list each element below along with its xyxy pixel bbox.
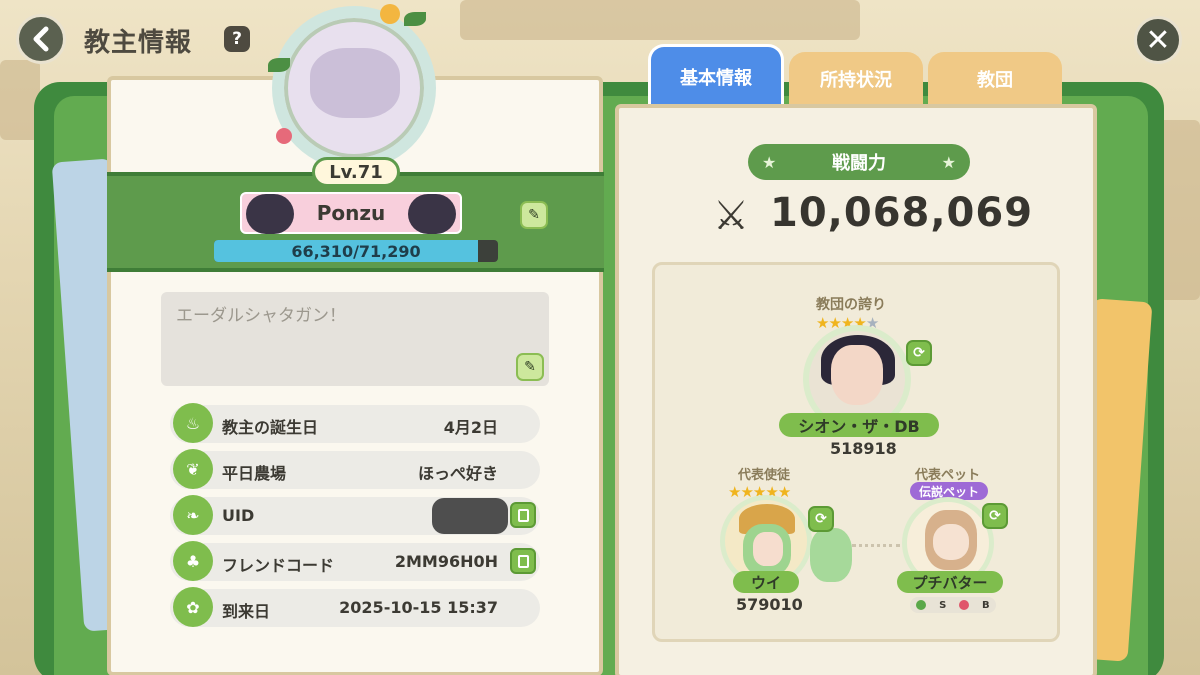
back-button[interactable] — [16, 14, 66, 64]
star-icon: ★ — [941, 152, 956, 172]
power-label: 戦闘力 — [832, 153, 886, 174]
star-icon: ★ — [762, 152, 777, 172]
sprout-icon: ✿ — [173, 587, 213, 627]
leaf-decoration — [268, 58, 290, 72]
info-label: 平日農場 — [222, 464, 287, 483]
crossed-swords-icon: ⚔ — [713, 193, 749, 239]
power-value: 10,068,069 — [770, 190, 1034, 236]
representative-number: 579010 — [736, 595, 803, 614]
pet-tags: S B — [910, 597, 996, 613]
exp-bar: 66,310/71,290 — [214, 240, 498, 262]
tab-basic-info[interactable]: 基本情報 — [648, 44, 784, 106]
swap-representative-button[interactable]: ⟳ — [808, 506, 834, 532]
pet-tag: B — [981, 599, 990, 611]
background-shelf — [460, 0, 860, 40]
avatar-portrait — [310, 48, 400, 118]
tab-holdings[interactable]: 所持状況 — [789, 52, 923, 106]
info-value: 2025-10-15 15:37 — [339, 598, 498, 617]
edit-bio-button[interactable]: ✎ — [516, 353, 544, 381]
pet-name-plate: プチバター — [897, 571, 1003, 593]
edit-name-button[interactable]: ✎ — [520, 201, 548, 229]
name-plate-chibi — [408, 194, 456, 234]
info-value: 2MM96H0H — [394, 552, 498, 571]
level-badge: Lv.71 — [312, 157, 400, 187]
star-filled-icon: ★ — [728, 483, 741, 501]
pride-label: 教団の誇り — [816, 297, 886, 313]
bio-text: エーダルシャタガン！ — [176, 306, 346, 326]
info-label: 教主の誕生日 — [222, 418, 319, 437]
info-row-farm: ❦ 平日農場 ほっぺ好き — [170, 449, 540, 489]
representative-name: ウイ — [750, 573, 781, 592]
red-dot-icon — [959, 600, 970, 610]
copy-friend-code-button[interactable] — [510, 548, 536, 574]
leaf-icon: ❧ — [173, 495, 213, 535]
flower-decoration — [276, 128, 292, 144]
info-label: 到来日 — [222, 602, 271, 621]
help-icon[interactable]: ? — [224, 26, 250, 52]
swap-pride-button[interactable]: ⟳ — [906, 340, 932, 366]
leaf-decoration — [404, 12, 426, 26]
name-plate: Ponzu — [240, 192, 462, 234]
cake-icon: ♨ — [173, 403, 213, 443]
flower-decoration — [380, 4, 400, 24]
power-label-ribbon: ★ 戦闘力 ★ — [748, 144, 970, 180]
uid-redacted — [432, 498, 508, 534]
portrait-face — [933, 524, 969, 560]
pride-name: シオン・ザ・DB — [798, 417, 920, 436]
chevron-left-icon — [33, 26, 49, 52]
portrait-face — [831, 345, 883, 405]
pet-name: プチバター — [912, 573, 988, 592]
representative-name-plate: ウイ — [733, 571, 799, 593]
pride-name-plate: シオン・ザ・DB — [779, 413, 939, 437]
star-filled-icon: ★ — [816, 314, 829, 332]
radish-icon: ❦ — [173, 449, 213, 489]
info-row-friend-code: ♣ フレンドコード 2MM96H0H — [170, 541, 540, 581]
swap-pet-button[interactable]: ⟳ — [982, 503, 1008, 529]
pet-label: 代表ペット — [915, 468, 981, 483]
info-row-arrival-date: ✿ 到来日 2025-10-15 15:37 — [170, 587, 540, 627]
copy-icon — [517, 508, 529, 522]
page-title: 教主情報 — [84, 28, 193, 58]
info-row-uid: ❧ UID — [170, 495, 540, 535]
pencil-icon: ✎ — [528, 207, 540, 223]
representative-label: 代表使徒 — [738, 468, 791, 483]
exp-text: 66,310/71,290 — [291, 241, 421, 261]
info-value: 4月2日 — [443, 418, 498, 437]
pride-number: 518918 — [830, 439, 897, 458]
tab-guild[interactable]: 教団 — [928, 52, 1062, 106]
representative-sprite — [810, 528, 852, 582]
pencil-icon: ✎ — [524, 359, 536, 375]
profile-avatar[interactable] — [268, 4, 436, 170]
copy-icon — [517, 554, 529, 568]
name-plate-chibi — [246, 194, 294, 234]
player-name: Ponzu — [316, 201, 386, 225]
info-label: フレンドコード — [222, 556, 335, 575]
clover-icon: ♣ — [173, 541, 213, 581]
info-row-birthday: ♨ 教主の誕生日 4月2日 — [170, 403, 540, 443]
pet-tag: S — [939, 599, 947, 611]
portrait-face — [753, 532, 783, 566]
info-value: ほっぺ好き — [417, 464, 498, 483]
copy-uid-button[interactable] — [510, 502, 536, 528]
green-dot-icon — [916, 600, 927, 610]
connector-line — [852, 544, 900, 547]
close-button[interactable]: ✕ — [1134, 16, 1182, 64]
info-label: UID — [222, 506, 255, 525]
